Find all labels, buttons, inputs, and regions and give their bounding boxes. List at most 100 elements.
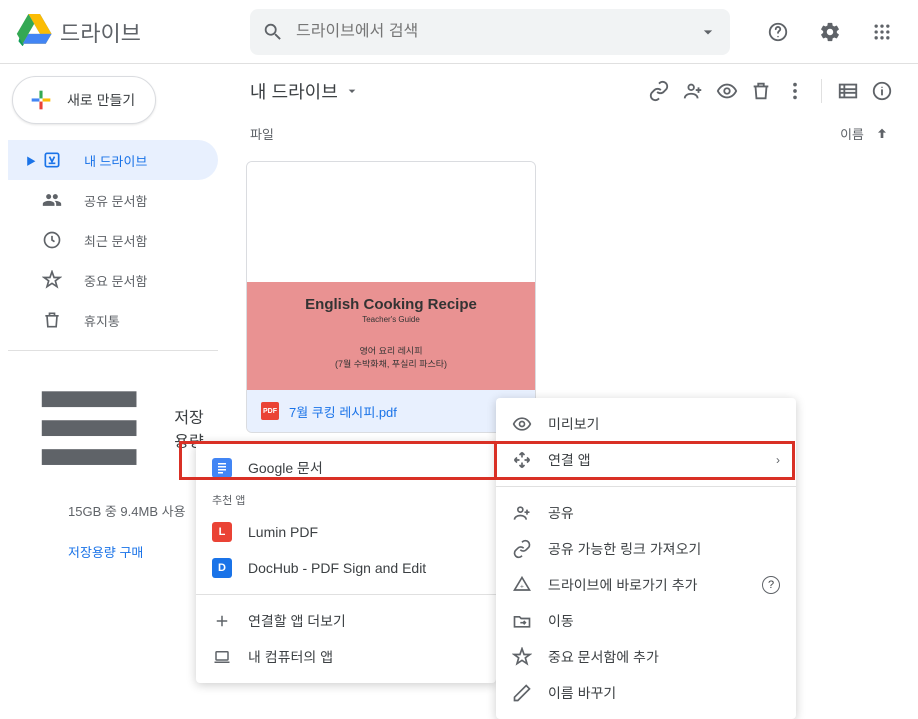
sort-label: 이름 bbox=[840, 124, 864, 143]
sidebar-item-trash[interactable]: 휴지통 bbox=[8, 300, 218, 340]
star-icon bbox=[512, 647, 532, 667]
drive-logo-icon bbox=[16, 14, 52, 50]
submenu-connect-more[interactable]: 연결할 앱 더보기 bbox=[196, 603, 496, 639]
breadcrumb[interactable]: 내 드라이브 bbox=[250, 78, 360, 104]
submenu-my-computer[interactable]: 내 컴퓨터의 앱 bbox=[196, 639, 496, 675]
link-icon bbox=[512, 539, 532, 559]
ctx-label: 이름 바꾸기 bbox=[548, 683, 616, 703]
search-input[interactable] bbox=[296, 23, 698, 41]
pdf-icon: PDF bbox=[261, 402, 279, 420]
new-button[interactable]: 새로 만들기 bbox=[12, 76, 156, 124]
ctx-add-star[interactable]: 중요 문서함에 추가 bbox=[496, 639, 796, 675]
help-icon bbox=[767, 21, 789, 43]
eye-icon bbox=[512, 414, 532, 434]
header: 드라이브 bbox=[0, 0, 918, 64]
trash-icon bbox=[42, 310, 62, 330]
open-with-icon bbox=[512, 450, 532, 470]
settings-button[interactable] bbox=[810, 12, 850, 52]
apps-grid-icon bbox=[872, 22, 892, 42]
chevron-right-icon: › bbox=[776, 453, 780, 467]
view-details-button[interactable] bbox=[870, 79, 894, 103]
file-name: 7월 쿠킹 레시피.pdf bbox=[289, 402, 397, 421]
plus-icon bbox=[27, 86, 55, 114]
toolbar: 내 드라이브 bbox=[246, 78, 898, 118]
sidebar-item-starred[interactable]: 중요 문서함 bbox=[8, 260, 218, 300]
sidebar-item-label: 공유 문서함 bbox=[84, 191, 147, 210]
drive-shortcut-icon: + bbox=[512, 575, 532, 595]
submenu-label: 내 컴퓨터의 앱 bbox=[248, 647, 333, 667]
sort-control[interactable]: 이름 bbox=[840, 124, 890, 143]
thumb-title: English Cooking Recipe bbox=[247, 296, 535, 313]
preview-button[interactable] bbox=[715, 79, 739, 103]
sidebar-item-shared[interactable]: 공유 문서함 bbox=[8, 180, 218, 220]
ctx-add-shortcut[interactable]: + 드라이브에 바로가기 추가 ? bbox=[496, 567, 796, 603]
ctx-label: 드라이브에 바로가기 추가 bbox=[548, 575, 697, 595]
brand-label: 드라이브 bbox=[60, 16, 141, 48]
ctx-label: 공유 bbox=[548, 503, 574, 523]
ctx-label: 연결 앱 bbox=[548, 450, 591, 470]
file-thumbnail: English Cooking Recipe Teacher's Guide 영… bbox=[247, 162, 535, 390]
help-button[interactable] bbox=[758, 12, 798, 52]
file-footer[interactable]: PDF 7월 쿠킹 레시피.pdf bbox=[247, 390, 535, 432]
person-add-icon bbox=[682, 80, 704, 102]
submenu-dochub[interactable]: D DocHub - PDF Sign and Edit bbox=[196, 550, 496, 586]
submenu-lumin[interactable]: L Lumin PDF bbox=[196, 514, 496, 550]
ctx-open-with[interactable]: 연결 앱 › bbox=[496, 442, 796, 478]
sidebar-item-recent[interactable]: 최근 문서함 bbox=[8, 220, 218, 260]
thumb-subtitle: Teacher's Guide bbox=[247, 315, 535, 324]
ctx-get-link[interactable]: 공유 가능한 링크 가져오기 bbox=[496, 531, 796, 567]
more-button[interactable] bbox=[783, 79, 807, 103]
logo-area[interactable]: 드라이브 bbox=[16, 14, 238, 50]
google-docs-icon bbox=[212, 458, 232, 478]
list-icon bbox=[837, 80, 859, 102]
star-icon bbox=[42, 270, 62, 290]
main: 내 드라이브 파일 이름 bbox=[238, 64, 918, 690]
arrow-up-icon bbox=[874, 126, 890, 142]
more-vert-icon bbox=[784, 80, 806, 102]
caret-icon: ▶ bbox=[26, 155, 36, 165]
ctx-label: 이동 bbox=[548, 611, 574, 631]
submenu-label: Lumin PDF bbox=[248, 524, 318, 540]
ctx-preview[interactable]: 미리보기 bbox=[496, 406, 796, 442]
submenu-label: Google 문서 bbox=[248, 458, 323, 478]
people-icon bbox=[42, 190, 62, 210]
view-list-button[interactable] bbox=[836, 79, 860, 103]
ctx-share[interactable]: 공유 bbox=[496, 495, 796, 531]
help-icon[interactable]: ? bbox=[762, 576, 780, 594]
section-label: 파일 bbox=[250, 124, 274, 143]
search-bar[interactable] bbox=[250, 9, 730, 55]
lumin-icon: L bbox=[212, 522, 232, 542]
gear-icon bbox=[819, 21, 841, 43]
sidebar-item-my-drive[interactable]: ▶ 내 드라이브 bbox=[8, 140, 218, 180]
ctx-move[interactable]: 이동 bbox=[496, 603, 796, 639]
folder-move-icon bbox=[512, 611, 532, 631]
storage-icon bbox=[26, 365, 152, 491]
apps-button[interactable] bbox=[862, 12, 902, 52]
buy-storage-link[interactable]: 저장용량 구매 bbox=[68, 542, 143, 561]
link-icon bbox=[648, 80, 670, 102]
search-options-icon[interactable] bbox=[698, 22, 718, 42]
eye-icon bbox=[716, 80, 738, 102]
chevron-down-icon bbox=[344, 83, 360, 99]
sidebar-item-label: 최근 문서함 bbox=[84, 231, 147, 250]
sidebar-item-label: 중요 문서함 bbox=[84, 271, 147, 290]
file-card[interactable]: English Cooking Recipe Teacher's Guide 영… bbox=[246, 161, 536, 433]
delete-button[interactable] bbox=[749, 79, 773, 103]
pencil-icon bbox=[512, 683, 532, 703]
sidebar-item-label: 내 드라이브 bbox=[84, 151, 147, 170]
dochub-icon: D bbox=[212, 558, 232, 578]
person-add-icon bbox=[512, 503, 532, 523]
my-drive-icon bbox=[42, 150, 62, 170]
submenu-google-docs[interactable]: Google 문서 bbox=[196, 450, 496, 486]
laptop-icon bbox=[212, 647, 232, 667]
ctx-rename[interactable]: 이름 바꾸기 bbox=[496, 675, 796, 711]
svg-text:+: + bbox=[520, 583, 524, 590]
breadcrumb-label: 내 드라이브 bbox=[250, 78, 338, 104]
share-button[interactable] bbox=[681, 79, 705, 103]
context-menu: 미리보기 연결 앱 › 공유 공유 가능한 링크 가져오기 + 드라이브에 바로… bbox=[496, 398, 796, 719]
submenu-label: 연결할 앱 더보기 bbox=[248, 611, 346, 631]
trash-icon bbox=[750, 80, 772, 102]
ctx-label: 공유 가능한 링크 가져오기 bbox=[548, 539, 701, 559]
submenu-heading: 추천 앱 bbox=[196, 486, 496, 514]
get-link-button[interactable] bbox=[647, 79, 671, 103]
